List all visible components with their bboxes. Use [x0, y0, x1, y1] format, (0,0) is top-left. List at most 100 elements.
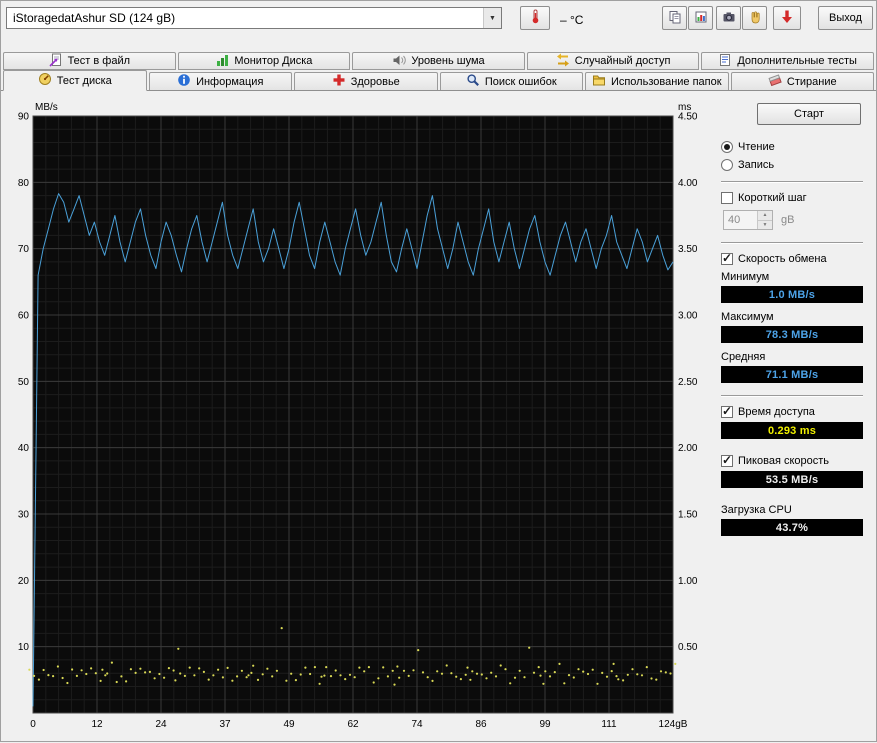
tab-label: Тест диска	[56, 74, 112, 87]
write-radio[interactable]	[721, 158, 733, 171]
tab-erase[interactable]: Стирание	[730, 72, 874, 90]
write-radio-label: Запись	[738, 158, 775, 171]
short-stroke-value: 40	[728, 214, 741, 226]
tab-noise-level[interactable]: Уровень шума	[352, 52, 525, 70]
spin-up-icon[interactable]: ▲	[758, 211, 772, 221]
tab-label: Информация	[196, 75, 264, 88]
avg-value: 71.1 MB/s	[721, 366, 863, 383]
short-stroke-row[interactable]: Короткий шаг	[721, 190, 863, 205]
erase-icon	[768, 73, 782, 90]
extra-tests-icon	[718, 53, 732, 70]
drive-select-value: iStoragedatAshur SD (124 gB)	[13, 11, 176, 25]
svg-text:2.50: 2.50	[678, 377, 698, 388]
benchmark-page: MB/s ms 90 80 70 60 50 40 30 20 10 4.50 4.00 3.50 3.00…	[1, 91, 876, 741]
svg-text:124gB: 124gB	[659, 719, 688, 730]
drive-select[interactable]: iStoragedatAshur SD (124 gB) ▼	[6, 7, 502, 29]
read-radio[interactable]	[721, 140, 733, 153]
separator	[721, 242, 863, 244]
short-stroke-label: Короткий шаг	[738, 191, 807, 204]
noise-level-icon	[392, 53, 407, 70]
exit-button[interactable]: Выход	[818, 6, 873, 30]
options-button[interactable]	[742, 6, 767, 30]
tab-label: Дополнительные тесты	[737, 55, 857, 67]
max-label: Максимум	[721, 311, 774, 323]
spin-down-icon[interactable]: ▼	[758, 220, 772, 229]
svg-text:30: 30	[18, 510, 30, 521]
tab-label: Стирание	[786, 75, 837, 88]
access-time-value: 0.293 ms	[721, 422, 863, 439]
transfer-rate-label: Скорость обмена	[738, 252, 827, 265]
start-button[interactable]: Старт	[757, 103, 861, 125]
tab-folder-usage[interactable]: Использование папок	[585, 72, 729, 90]
svg-text:62: 62	[347, 719, 359, 730]
burst-rate-label: Пиковая скорость	[738, 454, 830, 467]
health-icon	[332, 73, 346, 90]
copy-text-icon	[668, 10, 682, 27]
tab-info[interactable]: Информация	[148, 72, 292, 90]
tab-label: Здоровье	[350, 75, 400, 88]
short-stroke-checkbox[interactable]	[721, 191, 733, 204]
copy-image-button[interactable]	[688, 6, 713, 30]
tab-health[interactable]: Здоровье	[294, 72, 438, 90]
transfer-rate-checkbox[interactable]	[721, 251, 733, 265]
svg-text:99: 99	[539, 719, 551, 730]
burst-rate-value: 53.5 MB/s	[721, 471, 863, 488]
svg-text:0: 0	[30, 719, 36, 730]
screenshot-button[interactable]	[716, 6, 741, 30]
hand-icon	[748, 10, 762, 27]
access-time-row[interactable]: Время доступа	[721, 404, 863, 419]
tab-strip-primary: Тест диска Информация Здоровье Поиск оши…	[1, 70, 876, 91]
tab-strip-secondary: Тест в файл Монитор Диска Уровень шума С…	[1, 51, 876, 70]
svg-text:50: 50	[18, 377, 30, 388]
svg-text:4.00: 4.00	[678, 178, 698, 189]
svg-text:3.50: 3.50	[678, 244, 698, 255]
svg-text:1.50: 1.50	[678, 510, 698, 521]
camera-icon	[722, 10, 736, 27]
svg-text:80: 80	[18, 178, 30, 189]
access-time-checkbox[interactable]	[721, 404, 733, 418]
cpu-usage-label: Загрузка CPU	[721, 504, 792, 516]
short-stroke-unit: gB	[781, 214, 795, 226]
tab-label: Поиск ошибок	[484, 75, 557, 88]
svg-text:86: 86	[475, 719, 487, 730]
min-label: Минимум	[721, 271, 770, 283]
tab-benchmark[interactable]: Тест диска	[3, 70, 147, 91]
burst-rate-checkbox[interactable]	[721, 453, 733, 467]
random-access-icon	[556, 53, 570, 70]
max-value: 78.3 MB/s	[721, 326, 863, 343]
svg-text:4.50: 4.50	[678, 112, 698, 123]
svg-text:10: 10	[18, 642, 30, 653]
copy-image-icon	[694, 10, 708, 27]
burst-rate-row[interactable]: Пиковая скорость	[721, 453, 863, 468]
avg-label: Средняя	[721, 351, 766, 363]
svg-text:2.00: 2.00	[678, 443, 698, 454]
hdtune-window: iStoragedatAshur SD (124 gB) ▼ – °C Выхо…	[0, 0, 877, 742]
svg-text:0.50: 0.50	[678, 642, 698, 653]
chevron-down-icon[interactable]: ▼	[483, 8, 501, 28]
svg-text:20: 20	[18, 576, 30, 587]
write-radio-row[interactable]: Запись	[721, 157, 863, 172]
tab-error-scan[interactable]: Поиск ошибок	[439, 72, 583, 90]
min-value: 1.0 MB/s	[721, 286, 863, 303]
svg-text:111: 111	[601, 719, 617, 730]
tab-random-access[interactable]: Случайный доступ	[526, 52, 700, 70]
svg-text:49: 49	[283, 719, 295, 730]
tab-file-benchmark[interactable]: Тест в файл	[3, 52, 176, 70]
cpu-usage-value: 43.7%	[721, 519, 863, 536]
short-stroke-input[interactable]: 40 ▲ ▼	[723, 210, 773, 230]
info-icon	[177, 73, 191, 90]
transfer-rate-row[interactable]: Скорость обмена	[721, 251, 863, 266]
file-benchmark-icon	[48, 53, 63, 70]
tab-extra-tests[interactable]: Дополнительные тесты	[701, 52, 874, 70]
tab-disk-monitor[interactable]: Монитор Диска	[177, 52, 351, 70]
copy-text-button[interactable]	[662, 6, 687, 30]
tab-label: Случайный доступ	[574, 55, 671, 67]
temperature-button[interactable]	[520, 6, 550, 30]
save-results-button[interactable]	[773, 6, 801, 30]
thermometer-icon	[528, 9, 543, 27]
disk-benchmark-icon	[38, 72, 52, 89]
error-scan-icon	[466, 73, 480, 90]
read-radio-row[interactable]: Чтение	[721, 139, 863, 154]
disk-monitor-icon	[215, 53, 229, 70]
svg-text:1.00: 1.00	[678, 576, 698, 587]
